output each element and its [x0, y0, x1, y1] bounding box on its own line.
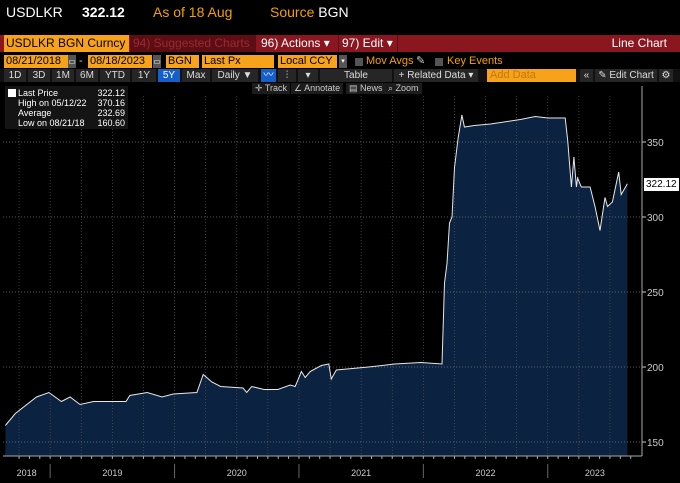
price-area [5, 115, 628, 456]
legend-average: Average 232.69 [18, 108, 125, 118]
legend-value: 232.69 [97, 108, 125, 118]
legend-label: Low on 08/21/18 [18, 118, 85, 128]
y-tick-label: 350 [647, 138, 664, 149]
legend-label: Last Price [18, 88, 59, 98]
y-tick-label: 200 [647, 363, 664, 374]
x-tick-label: 2019 [102, 468, 122, 478]
legend-last-price: Last Price 322.12 [18, 88, 125, 98]
x-tick-label: 2022 [476, 468, 496, 478]
y-tick-label: 250 [647, 288, 664, 299]
x-tick-label: 2021 [351, 468, 371, 478]
last-price-swatch [8, 89, 16, 97]
y-tick-label: 150 [647, 438, 664, 449]
legend-value: 160.60 [97, 118, 125, 128]
legend-label: High on 05/12/22 [18, 98, 87, 108]
x-tick-label: 2018 [17, 468, 37, 478]
y-tick-label: 300 [647, 213, 664, 224]
legend-high: High on 05/12/22 370.16 [18, 98, 125, 108]
price-chart[interactable]: 150 200 250 300 350 2018 2019 2020 2021 2022 2023 [0, 0, 680, 483]
x-tick-label: 2023 [585, 468, 605, 478]
last-price-tag: 322.12 [644, 178, 679, 191]
x-tick-label: 2020 [227, 468, 247, 478]
legend-value: 370.16 [97, 98, 125, 108]
legend: Last Price 322.12 High on 05/12/22 370.16 … [5, 86, 128, 129]
legend-low: Low on 08/21/18 160.60 [18, 118, 125, 128]
legend-label: Average [18, 108, 52, 118]
legend-value: 322.12 [97, 88, 125, 98]
